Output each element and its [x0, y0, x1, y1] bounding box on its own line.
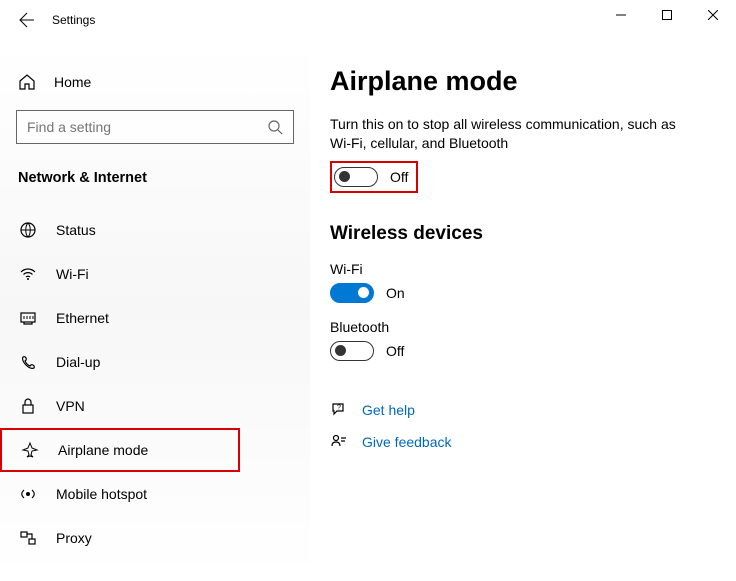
sidebar-item-label: Dial-up	[56, 354, 100, 370]
maximize-button[interactable]	[644, 0, 690, 30]
search-input[interactable]	[27, 119, 267, 135]
titlebar: Settings	[0, 0, 736, 40]
airplane-toggle[interactable]	[334, 167, 378, 187]
page-description: Turn this on to stop all wireless commun…	[330, 115, 690, 153]
window-title: Settings	[52, 13, 95, 27]
give-feedback-row[interactable]: Give feedback	[330, 433, 712, 451]
get-help-row[interactable]: ? Get help	[330, 401, 712, 419]
hotspot-icon	[18, 485, 38, 503]
dialup-icon	[18, 353, 38, 371]
bluetooth-toggle-label: Off	[386, 343, 404, 359]
close-icon	[708, 10, 718, 20]
search-box[interactable]	[16, 110, 294, 144]
close-button[interactable]	[690, 0, 736, 30]
home-label: Home	[54, 74, 91, 90]
wifi-device-label: Wi-Fi	[330, 261, 712, 277]
sidebar: Home Network & Internet Status Wi-Fi Eth…	[0, 40, 310, 581]
wifi-icon	[18, 265, 38, 283]
minimize-icon	[616, 10, 626, 20]
sidebar-item-label: Proxy	[56, 530, 92, 546]
help-links: ? Get help Give feedback	[330, 401, 712, 451]
sidebar-item-ethernet[interactable]: Ethernet	[0, 296, 310, 340]
back-button[interactable]	[12, 12, 42, 28]
status-icon	[18, 221, 38, 239]
sidebar-item-label: Airplane mode	[58, 442, 148, 458]
sidebar-item-label: Wi-Fi	[56, 266, 89, 282]
airplane-toggle-label: Off	[390, 169, 408, 185]
main-panel: Airplane mode Turn this on to stop all w…	[310, 40, 736, 581]
sidebar-item-label: VPN	[56, 398, 85, 414]
sidebar-item-vpn[interactable]: VPN	[0, 384, 310, 428]
vpn-icon	[18, 397, 38, 415]
sidebar-item-proxy[interactable]: Proxy	[0, 516, 310, 560]
minimize-button[interactable]	[598, 0, 644, 30]
bluetooth-toggle[interactable]	[330, 341, 374, 361]
proxy-icon	[18, 529, 38, 547]
airplane-toggle-row: Off	[330, 161, 418, 193]
home-icon	[18, 73, 36, 91]
chat-help-icon: ?	[330, 401, 348, 419]
sidebar-item-airplane[interactable]: Airplane mode	[0, 428, 240, 472]
wifi-toggle-row: On	[330, 283, 712, 303]
sidebar-item-wifi[interactable]: Wi-Fi	[0, 252, 310, 296]
get-help-link[interactable]: Get help	[362, 402, 415, 418]
window-controls	[598, 0, 736, 30]
wifi-toggle[interactable]	[330, 283, 374, 303]
page-title: Airplane mode	[330, 66, 712, 97]
sidebar-item-dialup[interactable]: Dial-up	[0, 340, 310, 384]
search-icon	[267, 119, 283, 135]
sidebar-item-status[interactable]: Status	[0, 208, 310, 252]
category-heading: Network & Internet	[0, 162, 310, 208]
give-feedback-link[interactable]: Give feedback	[362, 434, 452, 450]
home-nav[interactable]: Home	[0, 60, 310, 104]
sidebar-item-hotspot[interactable]: Mobile hotspot	[0, 472, 310, 516]
sidebar-item-label: Mobile hotspot	[56, 486, 147, 502]
airplane-icon	[20, 441, 40, 459]
bluetooth-device-label: Bluetooth	[330, 319, 712, 335]
svg-text:?: ?	[337, 404, 341, 411]
arrow-left-icon	[19, 12, 35, 28]
wireless-section-title: Wireless devices	[330, 223, 712, 245]
maximize-icon	[662, 10, 672, 20]
sidebar-item-label: Ethernet	[56, 310, 109, 326]
sidebar-item-label: Status	[56, 222, 96, 238]
ethernet-icon	[18, 309, 38, 327]
wifi-toggle-label: On	[386, 285, 405, 301]
feedback-icon	[330, 433, 348, 451]
bluetooth-toggle-row: Off	[330, 341, 712, 361]
